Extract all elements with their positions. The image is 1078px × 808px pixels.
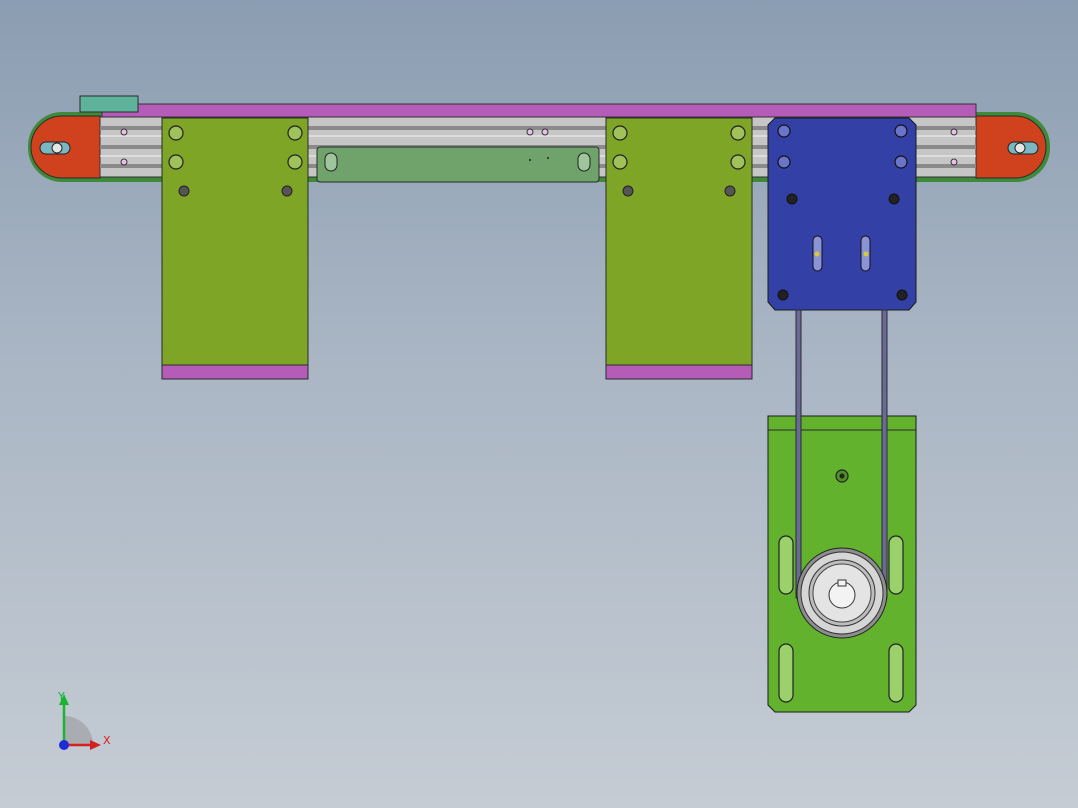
hook-block [79,95,139,113]
drive-pulley [796,547,888,639]
left-bracket-foot [161,364,309,380]
middle-bracket-foot [605,364,753,380]
left-roller [39,141,71,155]
belt-top [101,103,977,118]
cad-viewport[interactable]: Y X [0,0,1078,808]
right-roller [1007,141,1039,155]
left-bracket [161,117,309,380]
x-axis-label: X [103,734,111,747]
xyz-axis-triad-icon: Y X [57,690,111,750]
y-axis-label: Y [57,690,65,703]
guide-plate [316,146,600,183]
middle-bracket [605,117,753,380]
motor-mount-plate [767,117,917,311]
